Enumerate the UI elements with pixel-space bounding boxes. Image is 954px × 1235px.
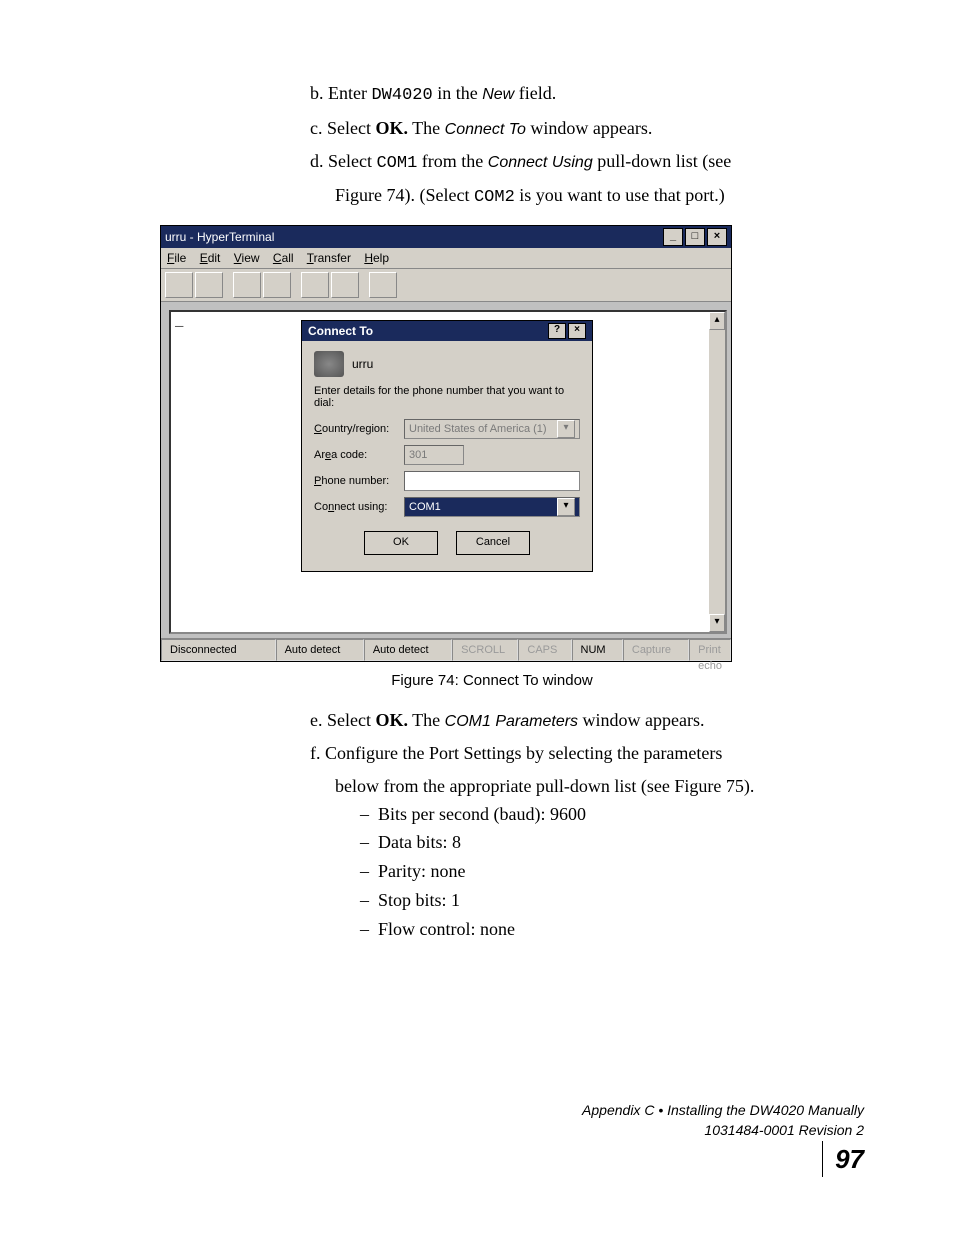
help-icon[interactable]: ? (548, 323, 566, 339)
tool-new-icon[interactable] (165, 272, 193, 298)
country-select[interactable]: United States of America (1)▾ (404, 419, 580, 439)
status-scroll: SCROLL (452, 639, 518, 661)
status-num: NUM (572, 639, 623, 661)
figure-caption: Figure 74: Connect To window (120, 672, 864, 689)
scroll-up-icon[interactable]: ▴ (709, 312, 725, 330)
step-f: f. Configure the Port Settings by select… (310, 740, 864, 767)
scrollbar[interactable]: ▴ ▾ (709, 312, 725, 632)
bullet-databits: –Data bits: 8 (360, 828, 864, 857)
menu-view[interactable]: View (234, 251, 260, 265)
footer-line1: Appendix C • Installing the DW4020 Manua… (582, 1102, 864, 1118)
figure-74: urru - HyperTerminal _ □ × File Edit Vie… (160, 225, 864, 662)
cursor: _ (175, 314, 183, 330)
bullet-flow: –Flow control: none (360, 915, 864, 944)
status-capture: Capture (623, 639, 689, 661)
status-print-echo: Print echo (689, 639, 731, 661)
statusbar: Disconnected Auto detect Auto detect SCR… (161, 638, 731, 661)
status-detect2: Auto detect (364, 639, 452, 661)
dialog-close-icon[interactable]: × (568, 323, 586, 339)
connect-to-dialog: Connect To ? × urru Enter details f (301, 320, 593, 572)
chevron-down-icon: ▾ (557, 420, 575, 438)
step-d-cont: Figure 74). (Select COM2 is you want to … (335, 182, 864, 211)
menu-help[interactable]: Help (364, 251, 389, 265)
area-code-field[interactable]: 301 (404, 445, 464, 465)
titlebar: urru - HyperTerminal _ □ × (161, 226, 731, 248)
step-d: d. Select COM1 from the Connect Using pu… (310, 148, 864, 177)
step-b: b. Enter DW4020 in the New field. (310, 80, 864, 109)
hyperterminal-window: urru - HyperTerminal _ □ × File Edit Vie… (160, 225, 732, 662)
scroll-down-icon[interactable]: ▾ (709, 614, 725, 632)
connection-icon (314, 351, 344, 377)
ok-button[interactable]: OK (364, 531, 438, 555)
connect-using-label: Connect using: (314, 501, 404, 513)
bullet-stopbits: –Stop bits: 1 (360, 886, 864, 915)
system-buttons: _ □ × (663, 228, 727, 246)
connection-name: urru (352, 357, 373, 371)
cancel-button[interactable]: Cancel (456, 531, 530, 555)
tool-receive-icon[interactable] (331, 272, 359, 298)
close-button[interactable]: × (707, 228, 727, 246)
menu-transfer[interactable]: Transfer (307, 251, 351, 265)
window-title: urru - HyperTerminal (165, 226, 274, 248)
toolbar (161, 269, 731, 302)
step-c: c. Select OK. The Connect To window appe… (310, 115, 864, 142)
chevron-down-icon: ▾ (557, 498, 575, 516)
phone-number-field[interactable] (404, 471, 580, 491)
area-code-label: Area code: (314, 449, 404, 461)
minimize-button[interactable]: _ (663, 228, 683, 246)
menu-edit[interactable]: Edit (200, 251, 221, 265)
bullet-parity: –Parity: none (360, 857, 864, 886)
step-f-cont: below from the appropriate pull-down lis… (335, 773, 864, 800)
page-number: 97 (822, 1141, 864, 1177)
terminal-area: _ ▴ ▾ Connect To ? × (169, 310, 727, 634)
tool-hangup-icon[interactable] (263, 272, 291, 298)
workspace: _ ▴ ▾ Connect To ? × (161, 302, 731, 638)
footer-line2: 1031484-0001 Revision 2 (704, 1122, 864, 1138)
bullet-baud: –Bits per second (baud): 9600 (360, 800, 864, 829)
country-label: Country/region: (314, 423, 404, 435)
menubar: File Edit View Call Transfer Help (161, 248, 731, 269)
dialog-instruction: Enter details for the phone number that … (314, 385, 580, 409)
connect-using-select[interactable]: COM1▾ (404, 497, 580, 517)
status-caps: CAPS (518, 639, 571, 661)
tool-properties-icon[interactable] (369, 272, 397, 298)
dialog-icon-row: urru (314, 351, 580, 377)
menu-call[interactable]: Call (273, 251, 294, 265)
step-e: e. Select OK. The COM1 Parameters window… (310, 707, 864, 734)
tool-send-icon[interactable] (301, 272, 329, 298)
menu-file[interactable]: File (167, 251, 186, 265)
tool-call-icon[interactable] (233, 272, 261, 298)
maximize-button[interactable]: □ (685, 228, 705, 246)
tool-open-icon[interactable] (195, 272, 223, 298)
phone-number-label: Phone number: (314, 475, 404, 487)
page-footer: Appendix C • Installing the DW4020 Manua… (582, 1101, 864, 1177)
status-detect1: Auto detect (276, 639, 364, 661)
dialog-title: Connect To ? × (302, 321, 592, 341)
status-connection: Disconnected (161, 639, 276, 661)
